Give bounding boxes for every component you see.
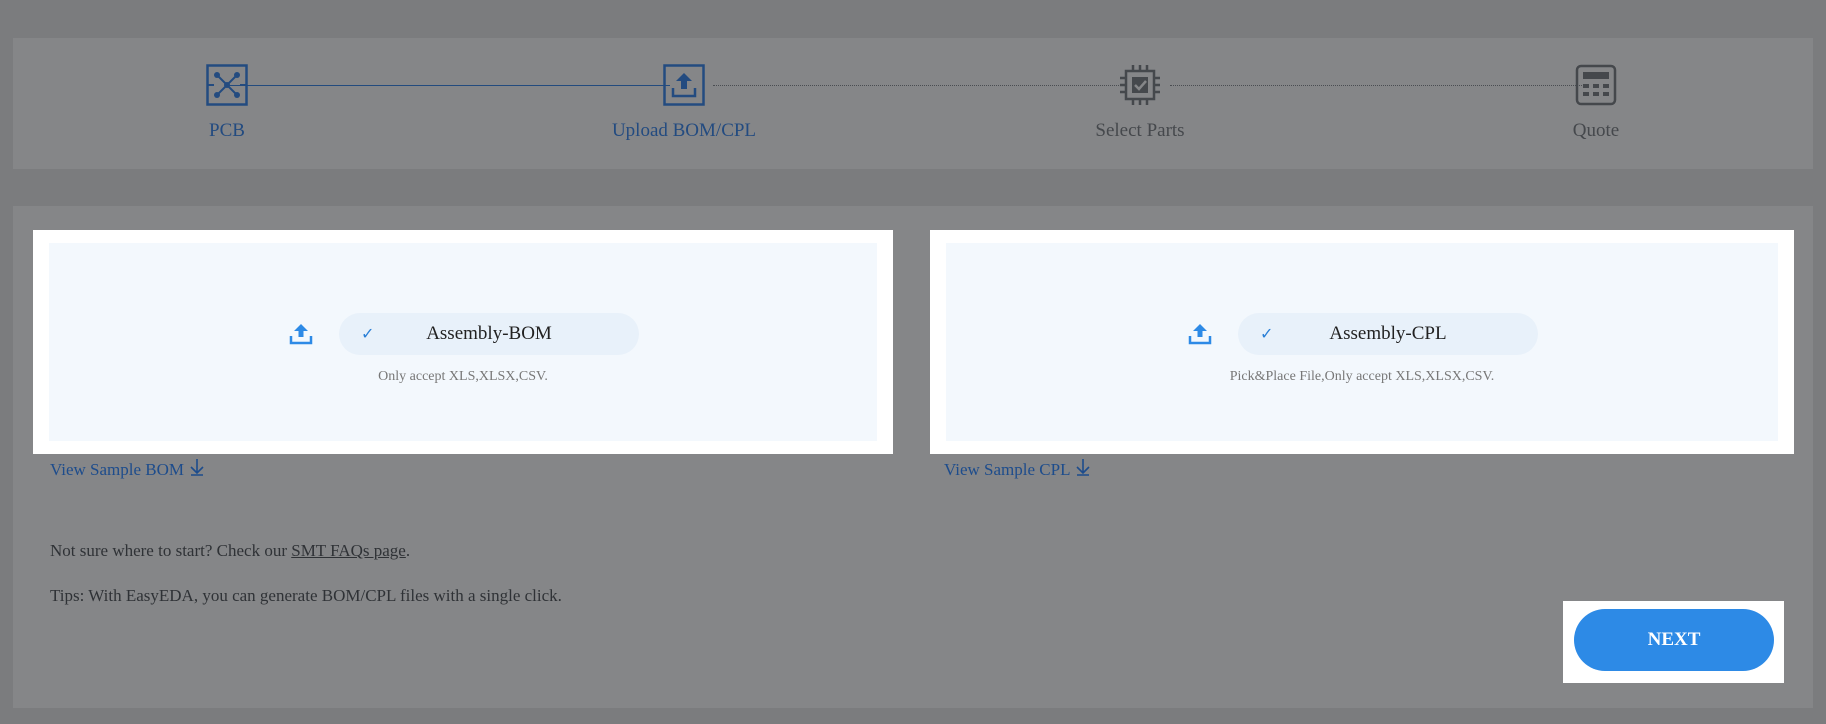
step-label: Upload BOM/CPL [611, 120, 757, 141]
link-label: View Sample BOM [50, 459, 185, 479]
faq-suffix: . [405, 541, 411, 560]
cpl-accept-hint: Pick&Place File,Only accept XLS,XLSX,CSV… [1229, 369, 1495, 384]
view-sample-bom-link[interactable]: View Sample BOM [50, 458, 204, 481]
check-icon: ✓ [1260, 324, 1274, 343]
link-label: View Sample CPL [944, 459, 1071, 479]
bom-accept-hint: Only accept XLS,XLSX,CSV. [378, 369, 548, 384]
step-upload-bom-cpl[interactable]: Upload BOM/CPL [584, 64, 784, 142]
step-label: PCB [209, 120, 245, 141]
tips-text: Tips: With EasyEDA, you can generate BOM… [50, 586, 562, 605]
calculator-icon [1575, 64, 1617, 106]
download-arrow-icon [190, 458, 204, 481]
pcb-schematic-icon [206, 64, 248, 106]
step-pcb[interactable]: PCB [127, 64, 327, 142]
cpl-dropzone[interactable]: ✓ Assembly-CPL Pick&Place File,Only acce… [946, 243, 1778, 441]
next-button[interactable]: NEXT [1574, 609, 1774, 671]
faq-prefix: Not sure where to start? Check our [50, 541, 292, 560]
step-label: Quote [1572, 120, 1620, 141]
bom-dropzone[interactable]: ✓ Assembly-BOM Only accept XLS,XLSX,CSV. [49, 243, 877, 441]
chip-check-icon [1119, 64, 1161, 106]
faq-hint: Not sure where to start? Check our SMT F… [50, 541, 410, 561]
upload-icon[interactable] [1186, 321, 1214, 347]
bom-file-name: Assembly-BOM [426, 323, 552, 344]
bom-upload-card[interactable]: ✓ Assembly-BOM Only accept XLS,XLSX,CSV. [33, 230, 893, 454]
cpl-upload-card[interactable]: ✓ Assembly-CPL Pick&Place File,Only acce… [930, 230, 1794, 454]
check-icon: ✓ [361, 324, 375, 343]
step-quote[interactable]: Quote [1496, 64, 1696, 142]
step-label: Select Parts [1095, 120, 1185, 141]
smt-faqs-link[interactable]: SMT FAQs page [291, 541, 406, 560]
download-arrow-icon [1076, 458, 1091, 481]
view-sample-cpl-link[interactable]: View Sample CPL [944, 458, 1091, 481]
step-select-parts[interactable]: Select Parts [1040, 64, 1240, 142]
upload-icon[interactable] [287, 321, 315, 347]
next-button-container: NEXT [1563, 601, 1784, 683]
uploaded-file-pill: ✓ Assembly-CPL [1238, 313, 1538, 355]
cpl-file-name: Assembly-CPL [1329, 323, 1447, 344]
uploaded-file-pill: ✓ Assembly-BOM [339, 313, 639, 355]
upload-icon [663, 64, 705, 106]
stepper-panel: PCB Upload BOM/CPL Select Parts Quote [13, 38, 1813, 169]
